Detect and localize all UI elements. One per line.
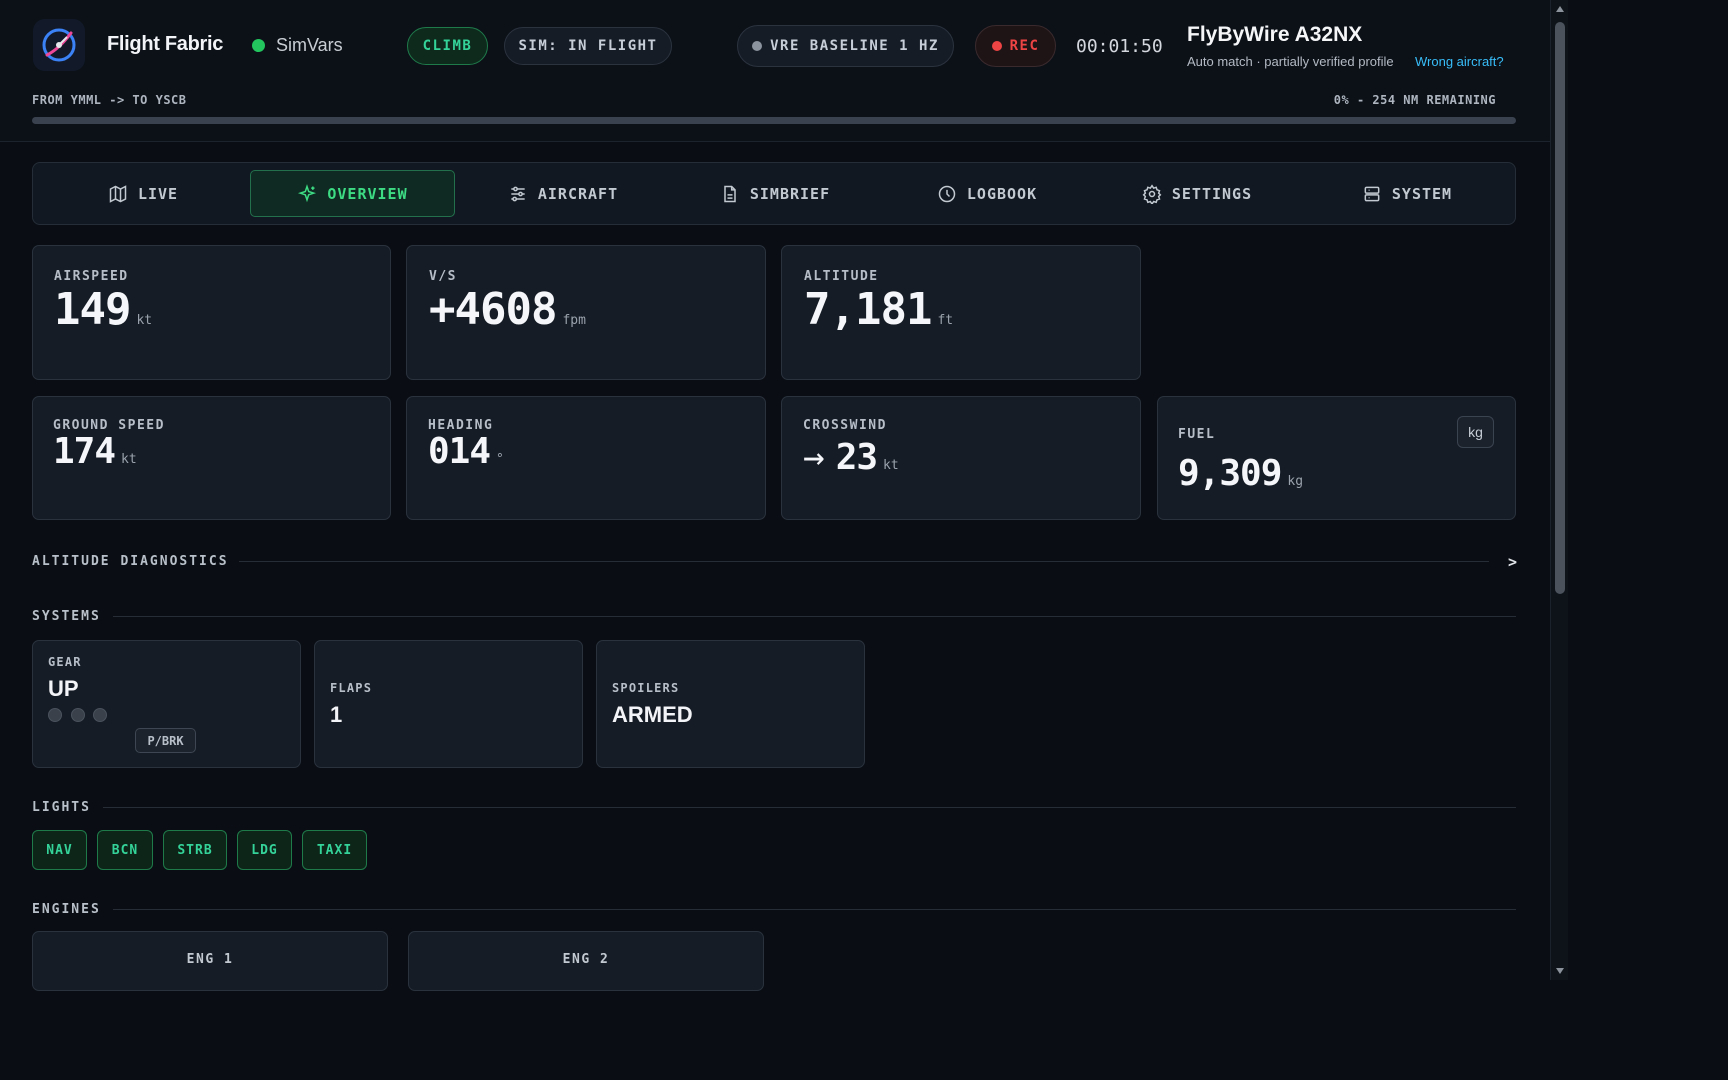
scroll-up-icon[interactable] — [1556, 6, 1564, 12]
airspeed-value: 149 kt — [54, 284, 153, 335]
tab-label: SIMBRIEF — [749, 184, 831, 203]
light-bcn-badge: BCN — [97, 830, 153, 870]
crosswind-label: CROSSWIND — [803, 418, 887, 433]
sim-status-badge: SIM: IN FLIGHT — [504, 27, 672, 65]
light-taxi-badge: TAXI — [302, 830, 367, 870]
fuel-unit-toggle-button[interactable]: kg — [1457, 416, 1494, 448]
airspeed-label: AIRSPEED — [54, 269, 129, 284]
vs-value: +4608 fpm — [429, 284, 586, 335]
engines-section-title: ENGINES — [32, 902, 101, 917]
tab-settings[interactable]: SETTINGS — [1097, 170, 1297, 217]
record-button[interactable]: REC — [975, 25, 1056, 67]
vs-label: V/S — [429, 269, 457, 284]
data-source-label: SimVars — [276, 35, 343, 55]
tab-aircraft[interactable]: AIRCRAFT — [463, 170, 663, 217]
spoilers-card: SPOILERS ARMED — [596, 640, 865, 768]
sparkle-icon — [298, 183, 317, 202]
altitude-label: ALTITUDE — [804, 269, 879, 284]
spoilers-label: SPOILERS — [612, 681, 680, 695]
server-icon — [1364, 186, 1380, 201]
section-divider — [239, 561, 1489, 562]
ground-speed-card: GROUND SPEED 174 kt — [32, 396, 391, 520]
vre-status-dot — [752, 41, 763, 51]
vre-baseline-button[interactable]: VRE BASELINE 1 HZ — [737, 25, 954, 67]
tab-label: SYSTEM — [1391, 184, 1453, 203]
light-strb-badge: STRB — [163, 830, 227, 870]
route-remaining: 0% - 254 NM REMAINING — [1333, 93, 1496, 107]
light-ldg-badge: LDG — [237, 830, 292, 870]
vertical-speed-card: V/S +4608 fpm — [406, 245, 766, 380]
tab-live[interactable]: LIVE — [43, 170, 243, 217]
scroll-down-icon[interactable] — [1556, 968, 1564, 974]
fuel-card: FUEL kg 9,309 kg — [1157, 396, 1516, 520]
main-tabs: LIVE OVERVIEW AIRCRAFT SIMBRIEF LOGBOOK … — [32, 162, 1516, 225]
vre-label: VRE BASELINE 1 HZ — [770, 38, 939, 54]
airspeed-card: AIRSPEED 149 kt — [32, 245, 391, 380]
altitude-diagnostics-toggle[interactable]: ALTITUDE DIAGNOSTICS — [32, 554, 229, 569]
tab-label: LIVE — [137, 184, 179, 203]
flaps-value: 1 — [330, 702, 343, 727]
tab-label: AIRCRAFT — [537, 184, 619, 203]
parking-brake-badge: P/BRK — [135, 728, 196, 753]
spoilers-value: ARMED — [612, 702, 693, 727]
altitude-value: 7,181 ft — [804, 284, 954, 335]
record-label: REC — [1009, 38, 1040, 54]
tab-system[interactable]: SYSTEM — [1307, 170, 1507, 217]
compass-logo-icon — [42, 28, 76, 62]
record-dot-icon — [991, 41, 1002, 51]
section-divider — [103, 807, 1516, 808]
tab-label: OVERVIEW — [327, 184, 408, 203]
gear-indicator-nose — [48, 708, 62, 722]
gear-value: UP — [48, 676, 79, 701]
tab-label: LOGBOOK — [966, 184, 1038, 203]
systems-section-title: SYSTEMS — [32, 609, 101, 624]
fuel-value: 9,309 kg — [1178, 453, 1304, 494]
app-logo — [33, 19, 85, 71]
route-progress-bar — [32, 117, 1516, 124]
ground-speed-value: 174 kt — [53, 431, 137, 472]
flight-phase-badge: CLIMB — [407, 27, 488, 65]
heading-value: 014 ° — [428, 431, 504, 472]
arrow-right-icon: → — [803, 437, 825, 478]
gear-label: GEAR — [48, 655, 82, 669]
chevron-right-icon[interactable]: > — [1508, 553, 1517, 571]
gear-card: GEAR UP P/BRK — [32, 640, 301, 768]
engine-2-label: ENG 2 — [562, 952, 610, 967]
engine-1-label: ENG 1 — [186, 952, 234, 967]
flight-timer: 00:01:50 — [1076, 36, 1163, 57]
map-icon — [109, 184, 127, 203]
page-scrollbar[interactable] — [1550, 0, 1568, 980]
app-title: Flight Fabric — [107, 33, 224, 55]
scrollbar-thumb[interactable] — [1555, 22, 1565, 594]
crosswind-card: CROSSWIND → 23 kt — [781, 396, 1141, 520]
document-icon — [724, 185, 736, 202]
heading-card: HEADING 014 ° — [406, 396, 766, 520]
tab-simbrief[interactable]: SIMBRIEF — [675, 170, 875, 217]
light-nav-badge: NAV — [32, 830, 87, 870]
altitude-card: ALTITUDE 7,181 ft — [781, 245, 1141, 380]
lights-section-title: LIGHTS — [32, 800, 91, 815]
section-divider — [113, 909, 1516, 910]
wrong-aircraft-link[interactable]: Wrong aircraft? — [1415, 54, 1504, 69]
gear-indicator-left — [71, 708, 85, 722]
gear-indicator-right — [93, 708, 107, 722]
sliders-icon — [511, 186, 525, 201]
aircraft-name: FlyByWire A32NX — [1187, 23, 1363, 46]
crosswind-value: → 23 kt — [803, 437, 899, 478]
clock-icon — [938, 185, 956, 202]
tab-overview[interactable]: OVERVIEW — [250, 170, 455, 217]
fuel-label: FUEL — [1178, 427, 1216, 442]
engine-2-card: ENG 2 — [408, 931, 764, 991]
app-header: Flight Fabric SimVars CLIMB SIM: IN FLIG… — [0, 0, 1550, 142]
gear-icon — [1142, 183, 1162, 204]
aircraft-match-status: Auto match · partially verified profile — [1187, 54, 1394, 69]
tab-label: SETTINGS — [1171, 184, 1253, 203]
flaps-label: FLAPS — [330, 681, 373, 695]
route-label: FROM YMML -> TO YSCB — [32, 93, 187, 107]
section-divider — [113, 616, 1516, 617]
tab-logbook[interactable]: LOGBOOK — [887, 170, 1087, 217]
flaps-card: FLAPS 1 — [314, 640, 583, 768]
engine-1-card: ENG 1 — [32, 931, 388, 991]
connection-status-dot — [252, 39, 265, 52]
